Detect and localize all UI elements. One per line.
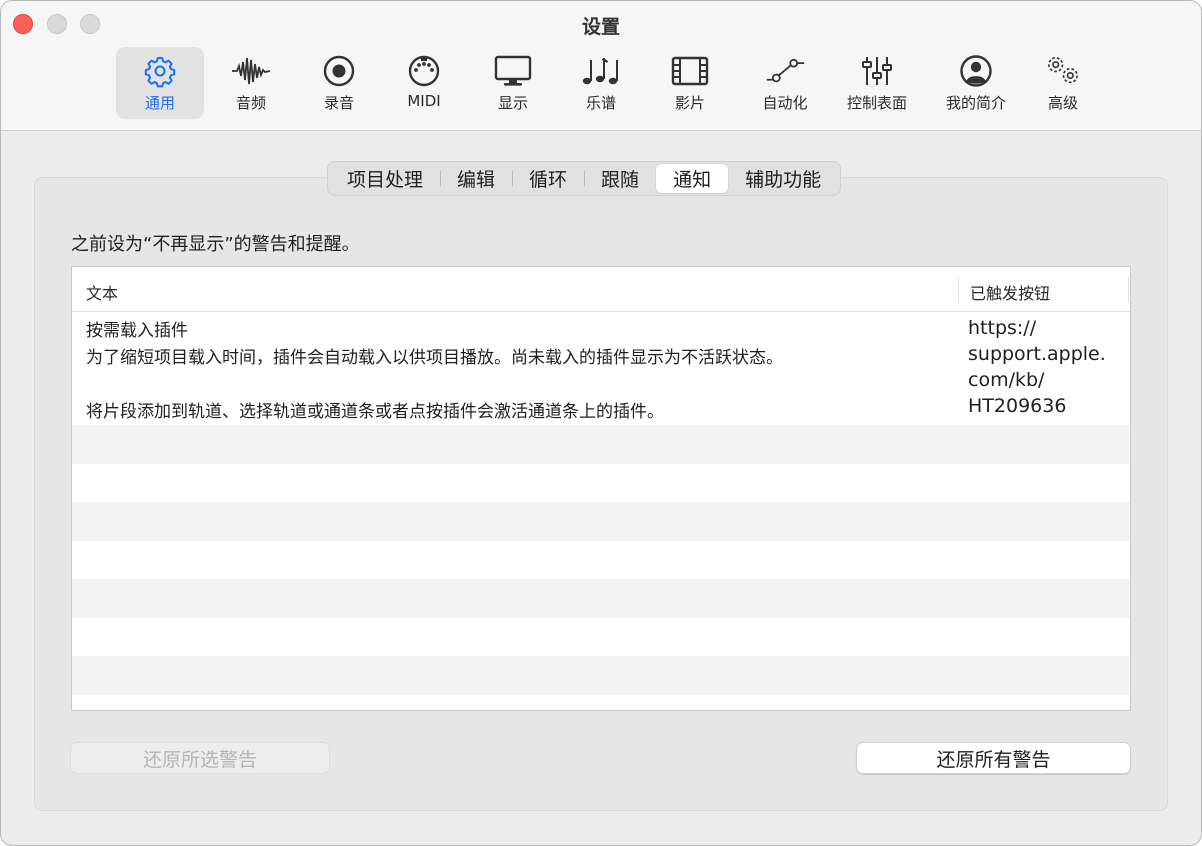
toolbar-label: MIDI [407,92,441,110]
alert-body-line: 为了缩短项目载入时间，插件会自动载入以供项目播放。尚未载入的插件显示为不活跃状态… [86,348,783,368]
gear-icon [140,53,180,89]
toolbar-item-my-info[interactable]: 我的简介 [932,47,1020,119]
music-notes-icon [581,53,621,89]
tab-catch[interactable]: 跟随 [584,164,656,193]
section-description: 之前设为“不再显示”的警告和提醒。 [71,234,360,255]
tab-notifications[interactable]: 通知 [656,164,729,193]
toolbar-item-audio[interactable]: 音频 [207,47,295,119]
toolbar-item-midi[interactable]: MIDI [380,47,468,119]
toolbar-label: 影片 [674,94,705,112]
triggered-button-line: support.apple. [968,343,1106,365]
column-divider[interactable] [1128,277,1129,302]
empty-row [72,617,1130,656]
title-bar: 设置 通用 音频 录音 MIDI 显示 乐谱 影片 自动化 控制表面 我的简介 … [1,1,1201,131]
record-icon [319,53,359,89]
settings-window: 设置 通用 音频 录音 MIDI 显示 乐谱 影片 自动化 控制表面 我的简介 … [0,0,1202,846]
alerts-table[interactable]: 文本 已触发按钮 按需载入插件 为了缩短项目载入时间，插件会自动载入以供项目播放… [71,266,1131,711]
restore-selected-button[interactable]: 还原所选警告 [70,742,330,774]
toolbar-item-display[interactable]: 显示 [469,47,557,119]
automation-icon [765,53,805,89]
column-header-text[interactable]: 文本 [86,280,118,304]
triggered-button-line: https:// [968,317,1037,339]
column-divider[interactable] [958,277,959,302]
tab-bar: 项目处理 编辑 循环 跟随 通知 辅助功能 [327,161,842,196]
toolbar-label: 我的简介 [945,94,1006,112]
empty-row [72,579,1130,618]
toolbar-label: 音频 [235,94,266,112]
alert-text-cell: 按需载入插件 为了缩短项目载入时间，插件会自动载入以供项目播放。尚未载入的插件显… [86,318,783,426]
toolbar-label: 控制表面 [846,94,907,112]
toolbar-label: 自动化 [762,94,808,112]
sliders-icon [857,53,897,89]
toolbar-item-movie[interactable]: 影片 [646,47,734,119]
midi-port-icon [404,53,444,89]
alert-title: 按需载入插件 [86,321,188,341]
empty-row [72,425,1130,464]
triggered-button-line: HT209636 [968,395,1067,417]
toolbar-item-score[interactable]: 乐谱 [557,47,645,119]
toolbar-item-general[interactable]: 通用 [116,47,204,119]
toolbar-label: 录音 [323,94,354,112]
toolbar-item-recording[interactable]: 录音 [295,47,383,119]
alert-body-line: 将片段添加到轨道、选择轨道或通道条或者点按插件会激活通道条上的插件。 [86,402,664,422]
table-header: 文本 已触发按钮 [72,267,1130,312]
empty-row [72,463,1130,502]
triggered-button-line: com/kb/ [968,369,1045,391]
toolbar-label: 乐谱 [585,94,616,112]
empty-row [72,502,1130,541]
table-row[interactable]: 按需载入插件 为了缩短项目载入时间，插件会自动载入以供项目播放。尚未载入的插件显… [72,312,1130,425]
toolbar-item-advanced[interactable]: 高级 [1019,47,1107,119]
gears-icon [1043,53,1083,89]
tab-project-handling[interactable]: 项目处理 [330,164,440,193]
toolbar-item-automation[interactable]: 自动化 [741,47,829,119]
film-icon [670,53,710,89]
toolbar-label: 通用 [144,94,175,112]
tab-accessibility[interactable]: 辅助功能 [728,164,838,193]
display-icon [493,53,533,89]
column-header-triggered-button[interactable]: 已触发按钮 [970,280,1050,304]
empty-row [72,540,1130,579]
restore-all-button[interactable]: 还原所有警告 [856,742,1131,774]
empty-row [72,694,1130,710]
tab-cycle[interactable]: 循环 [512,164,584,193]
empty-row [72,656,1130,695]
toolbar-label: 显示 [497,94,528,112]
profile-icon [956,53,996,89]
toolbar-item-control-surfaces[interactable]: 控制表面 [833,47,921,119]
tab-editing[interactable]: 编辑 [440,164,512,193]
toolbar-label: 高级 [1047,94,1078,112]
waveform-icon [231,53,271,89]
window-title: 设置 [581,16,620,38]
triggered-button-cell: https:// support.apple. com/kb/ HT209636 [968,315,1118,419]
